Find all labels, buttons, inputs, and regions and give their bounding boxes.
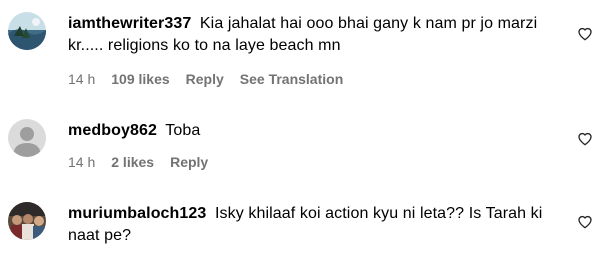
default-user-avatar-icon [8,119,46,157]
comment-meta: 14 h 2 likes Reply [68,154,224,170]
comment-time[interactable]: 14 h [68,71,95,87]
avatar[interactable] [8,119,46,157]
crowd-photo-avatar-icon [8,202,46,240]
see-translation-button[interactable]: See Translation [240,71,343,87]
comment-text: Toba [165,122,201,139]
comment-likes[interactable]: 109 likes [111,71,169,87]
comment-likes[interactable]: 2 likes [111,154,154,170]
comment-username[interactable]: medboy862 [68,122,157,139]
comment-body: medboy862 Toba [68,120,565,142]
comment-body: iamthewriter337 Kia jahalat hai ooo bhai… [68,13,565,57]
comment-body: muriumbaloch123 Isky khilaaf koi action … [68,203,565,247]
comment-item: iamthewriter337 Kia jahalat hai ooo bhai… [0,0,605,100]
comment-item: muriumbaloch123 Isky khilaaf koi action … [0,180,605,255]
avatar[interactable] [8,202,46,240]
comment-meta: 14 h 109 likes Reply See Translation [68,71,343,87]
comment-item: medboy862 Toba 14 h 2 likes Reply [0,100,605,180]
comment-username[interactable]: muriumbaloch123 [68,205,206,222]
reply-button[interactable]: Reply [186,71,224,87]
heart-icon[interactable] [577,131,593,147]
reply-button[interactable]: Reply [170,154,208,170]
heart-icon[interactable] [577,26,593,42]
avatar[interactable] [8,12,46,50]
comment-username[interactable]: iamthewriter337 [68,15,191,32]
heart-icon[interactable] [577,214,593,230]
landscape-photo-avatar-icon [8,12,46,50]
comment-time[interactable]: 14 h [68,154,95,170]
